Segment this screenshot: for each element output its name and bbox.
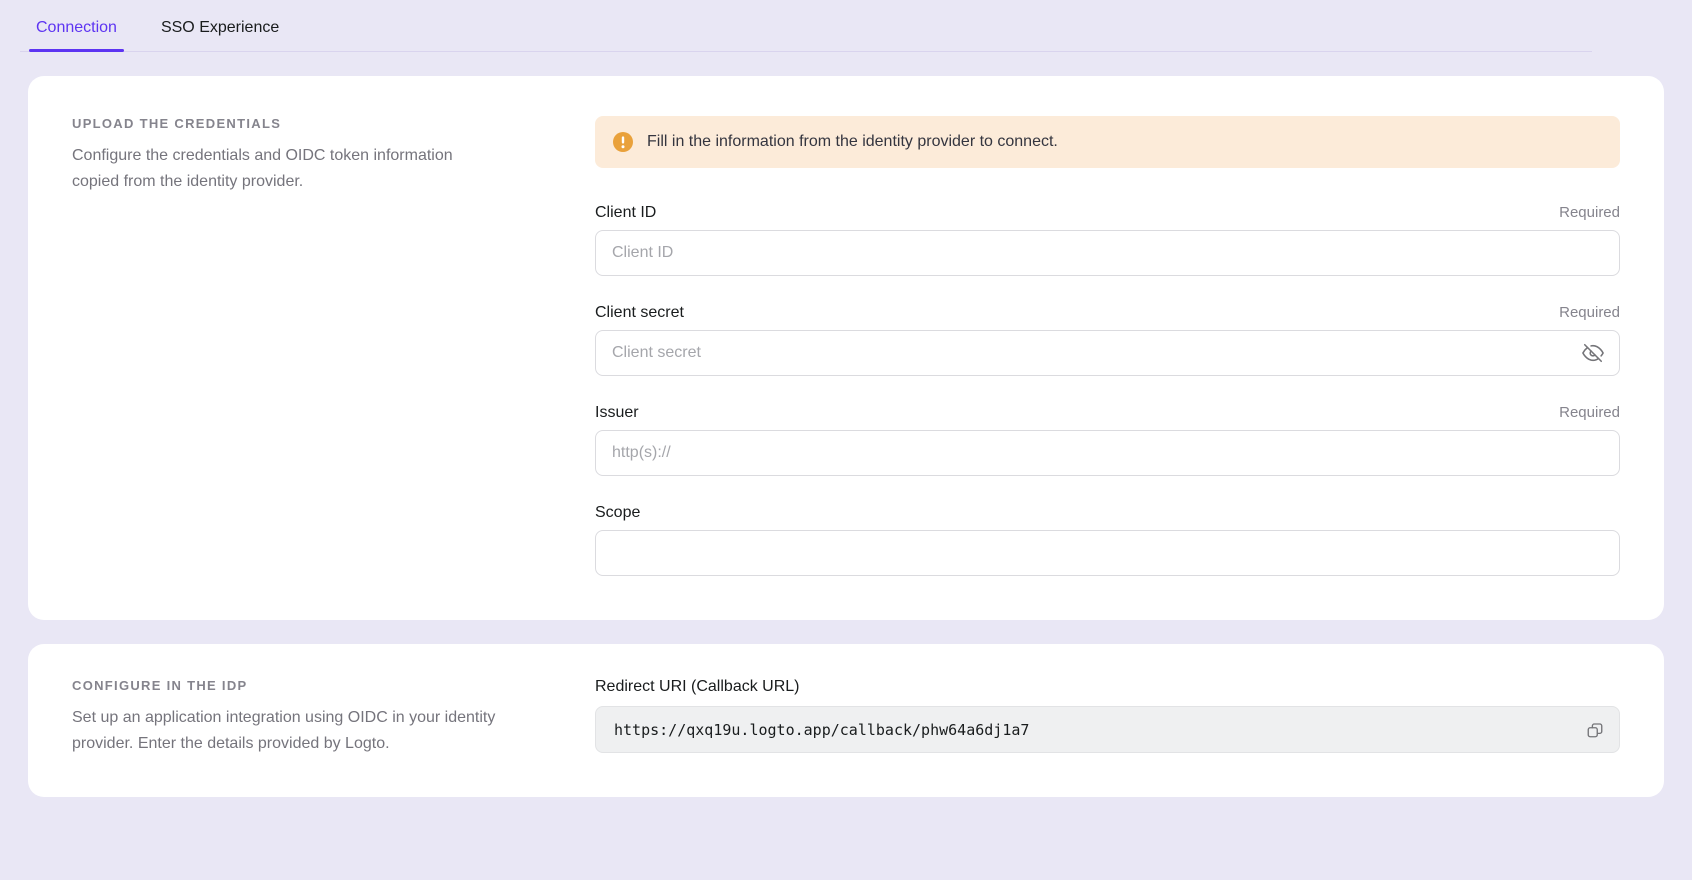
redirect-uri-copy-box: https://qxq19u.logto.app/callback/phw64a… <box>595 706 1620 753</box>
issuer-field-header: Issuer Required <box>595 404 1620 422</box>
credentials-section-heading: UPLOAD THE CREDENTIALS <box>72 116 502 131</box>
client-secret-input[interactable] <box>595 330 1620 376</box>
issuer-field-group: Issuer Required <box>595 404 1620 476</box>
scope-field-header: Scope <box>595 504 1620 522</box>
credentials-form: Fill in the information from the identit… <box>595 116 1620 576</box>
eye-off-icon <box>1582 342 1604 364</box>
client-id-field-group: Client ID Required <box>595 204 1620 276</box>
tab-sso-experience[interactable]: SSO Experience <box>161 0 279 52</box>
client-secret-field-header: Client secret Required <box>595 304 1620 322</box>
client-id-label: Client ID <box>595 204 656 222</box>
tab-connection-label: Connection <box>36 19 117 37</box>
info-alert: Fill in the information from the identit… <box>595 116 1620 168</box>
active-tab-underline <box>29 49 124 52</box>
alert-warning-icon <box>613 132 633 152</box>
toggle-secret-visibility-button[interactable] <box>1578 338 1608 368</box>
client-id-field-header: Client ID Required <box>595 204 1620 222</box>
scope-field-group: Scope <box>595 504 1620 576</box>
idp-section-heading: CONFIGURE IN THE IDP <box>72 678 502 693</box>
credentials-card-intro: UPLOAD THE CREDENTIALS Configure the cre… <box>72 116 502 576</box>
issuer-input[interactable] <box>595 430 1620 476</box>
credentials-section-description: Configure the credentials and OIDC token… <box>72 143 502 195</box>
redirect-uri-value: https://qxq19u.logto.app/callback/phw64a… <box>614 721 1579 739</box>
issuer-label: Issuer <box>595 404 639 422</box>
client-id-input[interactable] <box>595 230 1620 276</box>
copy-redirect-uri-button[interactable] <box>1579 714 1611 746</box>
tab-bar: Connection SSO Experience <box>0 0 1692 52</box>
client-secret-label: Client secret <box>595 304 684 322</box>
idp-card-intro: CONFIGURE IN THE IDP Set up an applicati… <box>72 678 502 757</box>
scope-label: Scope <box>595 504 640 522</box>
issuer-required-badge: Required <box>1559 404 1620 421</box>
tab-sso-experience-label: SSO Experience <box>161 19 279 37</box>
client-secret-required-badge: Required <box>1559 304 1620 321</box>
scope-input[interactable] <box>595 530 1620 576</box>
redirect-uri-label: Redirect URI (Callback URL) <box>595 678 1620 696</box>
copy-icon <box>1586 721 1604 739</box>
idp-section-description: Set up an application integration using … <box>72 705 502 757</box>
credentials-card: UPLOAD THE CREDENTIALS Configure the cre… <box>28 76 1664 620</box>
client-id-required-badge: Required <box>1559 204 1620 221</box>
idp-form: Redirect URI (Callback URL) https://qxq1… <box>595 678 1620 757</box>
alert-text: Fill in the information from the identit… <box>647 133 1058 151</box>
tab-connection[interactable]: Connection <box>36 0 117 52</box>
client-secret-field-group: Client secret Required <box>595 304 1620 376</box>
idp-card: CONFIGURE IN THE IDP Set up an applicati… <box>28 644 1664 797</box>
